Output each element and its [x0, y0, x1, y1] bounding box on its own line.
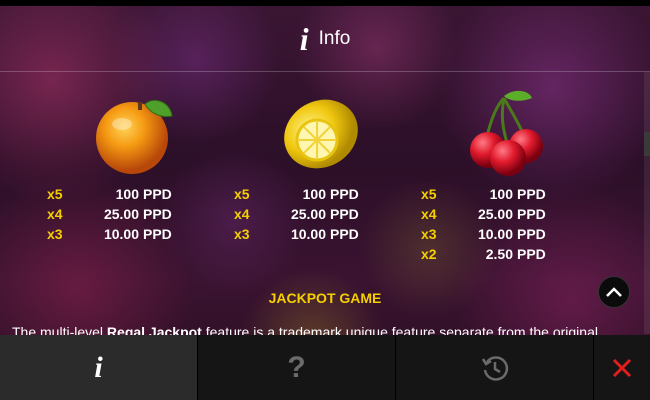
history-icon [481, 355, 508, 381]
multiplier: x3 [47, 226, 63, 242]
info-header: i Info [0, 6, 650, 72]
pay-value: 10.00 [477, 226, 513, 242]
help-tab-button[interactable]: ? [198, 335, 396, 400]
pay-unit: PPD [517, 206, 546, 222]
pay-unit: PPD [517, 226, 546, 242]
multiplier: x3 [421, 226, 437, 242]
multiplier: x5 [47, 186, 63, 202]
pay-row: x3 10.00 PPD [234, 224, 359, 244]
info-icon: i [94, 350, 103, 384]
page-title: Info [318, 27, 351, 49]
pay-unit: PPD [517, 246, 546, 262]
close-button[interactable] [594, 335, 650, 400]
history-tab-button[interactable] [396, 335, 594, 400]
pay-row: x4 25.00 PPD [421, 204, 546, 224]
paytable-orange: x5 100 PPD x4 25.00 PPD x3 10.00 PPD [47, 184, 172, 244]
jackpot-description: The multi-level Regal Jackpot feature is… [12, 325, 632, 335]
desc-text: feature is a trademark unique feature se… [201, 325, 598, 335]
pay-unit: PPD [143, 186, 172, 202]
pay-row: x5 100 PPD [421, 184, 546, 204]
multiplier: x4 [421, 206, 437, 222]
pay-unit: PPD [330, 206, 359, 222]
pay-unit: PPD [143, 206, 172, 222]
multiplier: x3 [234, 226, 250, 242]
pay-value: 100 [115, 186, 139, 202]
pay-value: 2.50 [485, 246, 513, 262]
info-icon: i [299, 20, 309, 57]
pay-row: x5 100 PPD [47, 184, 172, 204]
orange-icon [96, 100, 173, 174]
scroll-up-button[interactable] [598, 276, 630, 308]
info-tab-button[interactable]: i [0, 335, 198, 400]
jackpot-section-title: JACKPOT GAME [268, 290, 382, 306]
cherry-icon [470, 90, 543, 176]
pay-value: 25.00 [477, 206, 513, 222]
pay-row: x2 2.50 PPD [421, 244, 546, 264]
scrollbar-thumb[interactable] [644, 132, 650, 156]
chevron-up-icon [606, 287, 622, 297]
pay-row: x5 100 PPD [234, 184, 359, 204]
desc-bold-text: Regal Jackpot [106, 325, 202, 335]
question-icon: ? [287, 350, 306, 384]
lemon-icon [284, 99, 358, 169]
multiplier: x5 [421, 186, 437, 202]
multiplier: x2 [421, 246, 437, 262]
pay-row: x4 25.00 PPD [47, 204, 172, 224]
bottom-toolbar: i ? [0, 335, 650, 400]
desc-text: The multi-level [12, 325, 107, 335]
pay-row: x3 10.00 PPD [47, 224, 172, 244]
pay-value: 25.00 [290, 206, 326, 222]
pay-value: 100 [489, 186, 513, 202]
pay-unit: PPD [143, 226, 172, 242]
paytable-lemon: x5 100 PPD x4 25.00 PPD x3 10.00 PPD [234, 184, 359, 244]
pay-value: 25.00 [103, 206, 139, 222]
paytable-cherry: x5 100 PPD x4 25.00 PPD x3 10.00 PPD x2 … [421, 184, 546, 264]
pay-value: 10.00 [103, 226, 139, 242]
pay-value: 10.00 [290, 226, 326, 242]
close-icon [612, 358, 632, 377]
multiplier: x5 [234, 186, 250, 202]
pay-unit: PPD [330, 186, 359, 202]
multiplier: x4 [47, 206, 63, 222]
pay-value: 100 [302, 186, 326, 202]
pay-unit: PPD [517, 186, 546, 202]
pay-unit: PPD [330, 226, 359, 242]
pay-row: x3 10.00 PPD [421, 224, 546, 244]
pay-row: x4 25.00 PPD [234, 204, 359, 224]
multiplier: x4 [234, 206, 250, 222]
